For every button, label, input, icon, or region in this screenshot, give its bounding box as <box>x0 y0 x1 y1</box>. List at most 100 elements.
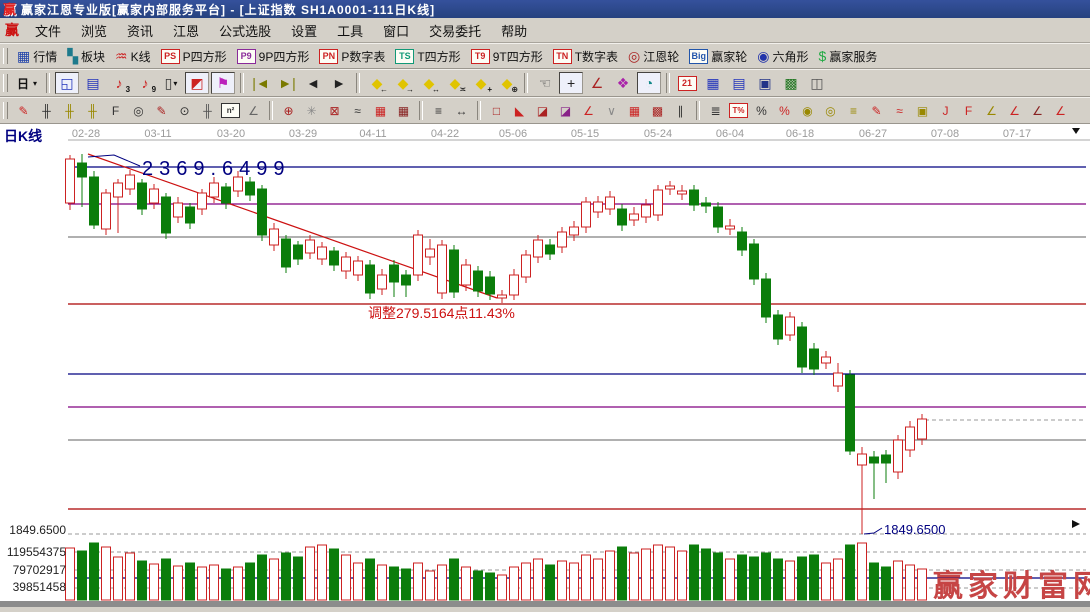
menu-item-设置[interactable]: 设置 <box>281 19 327 42</box>
tool-save[interactable]: ▣ <box>753 72 777 94</box>
tool-bars-3[interactable]: ♪3 <box>107 72 131 94</box>
tool-print[interactable]: ◫ <box>805 72 829 94</box>
menu-item-公式选股[interactable]: 公式选股 <box>209 19 281 42</box>
tool-export-image[interactable]: ▩ <box>779 72 803 94</box>
draw-tool-red-grid-k[interactable]: ▩ <box>647 101 669 121</box>
toolbar-button-p-square[interactable]: PSP四方形 <box>156 46 232 67</box>
toolbar-button-9t-square[interactable]: T99T四方形 <box>466 46 548 67</box>
draw-tool-k-wave[interactable]: ≈ <box>347 101 369 121</box>
tool-angle-measure[interactable]: ∠ <box>585 72 609 94</box>
menu-item-工具[interactable]: 工具 <box>327 19 373 42</box>
draw-tool-gold-box[interactable]: ▣ <box>912 101 934 121</box>
menu-item-交易委托[interactable]: 交易委托 <box>419 19 491 42</box>
draw-tool-web-grid[interactable]: ⊠ <box>324 101 346 121</box>
tool-jump-first[interactable]: |◄ <box>249 72 273 94</box>
tool-jump-last[interactable]: ►| <box>275 72 299 94</box>
tool-flag-chart[interactable]: ⚑ <box>211 72 235 94</box>
tool-calendar-21[interactable]: 21 <box>675 72 699 94</box>
tool-step-back[interactable]: ◄ <box>301 72 325 94</box>
draw-tool-tick-grid[interactable]: ╫ <box>36 101 58 121</box>
toolbar-grip[interactable] <box>3 48 8 65</box>
draw-tool-shen-grid[interactable]: ▦ <box>370 101 392 121</box>
toolbar-button-gann-wheel[interactable]: ◎江恩轮 <box>623 46 684 67</box>
toolbar-button-t-square[interactable]: TST四方形 <box>390 46 465 67</box>
draw-tool-clock-circle[interactable]: ⊙ <box>174 101 196 121</box>
draw-tool-pencil-red[interactable]: ✎ <box>866 101 888 121</box>
tool-calculator[interactable]: ▦ <box>701 72 725 94</box>
menu-item-浏览[interactable]: 浏览 <box>71 19 117 42</box>
draw-tool-spiral-grid[interactable]: ◎ <box>128 101 150 121</box>
toolbar-grip[interactable] <box>3 74 8 92</box>
menu-item-文件[interactable]: 文件 <box>25 19 71 42</box>
draw-tool-fan-square-2[interactable]: ◪ <box>555 101 577 121</box>
tool-map-tool[interactable]: ◩ <box>185 72 209 94</box>
toolbar-button-kline[interactable]: ♒K线 <box>110 46 156 67</box>
draw-tool-angle-j[interactable]: J <box>935 101 957 121</box>
tool-diamond-fit[interactable]: ◆+ <box>469 72 493 94</box>
menu-item-江恩[interactable]: 江恩 <box>163 19 209 42</box>
tool-diamond-scroll-left[interactable]: ◆← <box>365 72 389 94</box>
menu-item-帮助[interactable]: 帮助 <box>491 19 537 42</box>
tool-info-panel[interactable]: ▤ <box>81 72 105 94</box>
draw-tool-square-frame[interactable]: □ <box>486 101 508 121</box>
draw-tool-trend-percent[interactable]: T% <box>728 101 750 121</box>
bottom-scroll-strip[interactable] <box>0 601 1090 607</box>
draw-tool-width-measure[interactable]: ↔ <box>451 101 473 121</box>
tool-crosshair-tool[interactable]: + <box>559 72 583 94</box>
tool-candle-style[interactable]: ▯▾ <box>159 72 183 94</box>
draw-tool-pencil-ruler[interactable]: ✎ <box>151 101 173 121</box>
draw-tool-angle-f[interactable]: F <box>958 101 980 121</box>
tool-gann-flower[interactable]: ❖ <box>611 72 635 94</box>
toolbar-button-9p-square[interactable]: P99P四方形 <box>232 46 315 67</box>
draw-tool-percent-line[interactable]: % <box>774 101 796 121</box>
draw-tool-scale-123[interactable]: ≣ <box>705 101 727 121</box>
tool-step-forward[interactable]: ► <box>327 72 351 94</box>
draw-tool-wave-red[interactable]: ≈ <box>889 101 911 121</box>
draw-tool-n2-grid[interactable]: n² <box>220 101 242 121</box>
tool-diamond-zoom[interactable]: ◆⊕ <box>495 72 519 94</box>
tool-diamond-compress[interactable]: ◆≍ <box>443 72 467 94</box>
draw-tool-angle-ying[interactable]: ∠ <box>1027 101 1049 121</box>
toolbar-grip[interactable] <box>3 102 8 120</box>
draw-tool-red-grid[interactable]: ▦ <box>624 101 646 121</box>
period-selector[interactable]: 日▾ <box>12 73 42 94</box>
draw-tool-plain-grid[interactable]: ╫ <box>197 101 219 121</box>
draw-tool-fan-lines[interactable]: ◣ <box>509 101 531 121</box>
draw-tool-percent[interactable]: % <box>751 101 773 121</box>
draw-tool-gann-target[interactable]: ⊕ <box>278 101 300 121</box>
draw-tool-fan-square[interactable]: ◪ <box>532 101 554 121</box>
draw-tool-star-web[interactable]: ✳ <box>301 101 323 121</box>
draw-tool-f-grid[interactable]: F <box>105 101 127 121</box>
tool-hand-tool[interactable]: ☜ <box>533 72 557 94</box>
draw-tool-gold-circle-2[interactable]: ◎ <box>820 101 842 121</box>
tool-bars-9[interactable]: ♪9 <box>133 72 157 94</box>
draw-tool-ying-grid[interactable]: ▦ <box>393 101 415 121</box>
draw-tool-pencil[interactable]: ✎ <box>13 101 35 121</box>
toolbar-button-winner-service[interactable]: $赢家服务 <box>814 46 883 67</box>
tool-chart-pane-toggle[interactable]: ◱ <box>55 72 79 94</box>
menu-item-资讯[interactable]: 资讯 <box>117 19 163 42</box>
menu-item-窗口[interactable]: 窗口 <box>373 19 419 42</box>
tool-notes[interactable]: ▤ <box>727 72 751 94</box>
toolbar-button-sectors[interactable]: ▚板块 <box>62 46 110 67</box>
tool-diamond-expand[interactable]: ◆↔ <box>417 72 441 94</box>
draw-tool-gold-scale[interactable]: ≡ <box>843 101 865 121</box>
draw-tool-gold-circle[interactable]: ◉ <box>797 101 819 121</box>
kline-chart[interactable]: 02-2803-1103-2003-2904-1104-2205-0605-15… <box>0 124 1090 607</box>
draw-tool-v-wave[interactable]: ∨ <box>601 101 623 121</box>
toolbar-button-winner-wheel[interactable]: Big赢家轮 <box>684 46 752 67</box>
draw-tool-gold-grid-2[interactable]: ╫ <box>82 101 104 121</box>
draw-tool-angle-lines[interactable]: ∠ <box>578 101 600 121</box>
toolbar-button-hexagon[interactable]: ◉六角形 <box>752 46 813 67</box>
toolbar-button-p-number-table[interactable]: PNP数字表 <box>314 46 390 67</box>
axis-dropdown-arrow-icon[interactable] <box>1072 128 1080 134</box>
draw-tool-angle-ruler[interactable]: ∠ <box>243 101 265 121</box>
tool-diamond-scroll-right[interactable]: ◆→ <box>391 72 415 94</box>
scroll-arrow-icon[interactable] <box>1072 520 1080 528</box>
draw-tool-gold-grid-1[interactable]: ╫ <box>59 101 81 121</box>
toolbar-button-t-number-table[interactable]: TNT数字表 <box>548 46 623 67</box>
tool-counter-123[interactable]: ◔ <box>637 72 661 94</box>
draw-tool-slant-lines[interactable]: ∥ <box>670 101 692 121</box>
draw-tool-angle-si[interactable]: ∠ <box>1050 101 1072 121</box>
toolbar-button-quotes[interactable]: ▦行情 <box>12 46 62 67</box>
